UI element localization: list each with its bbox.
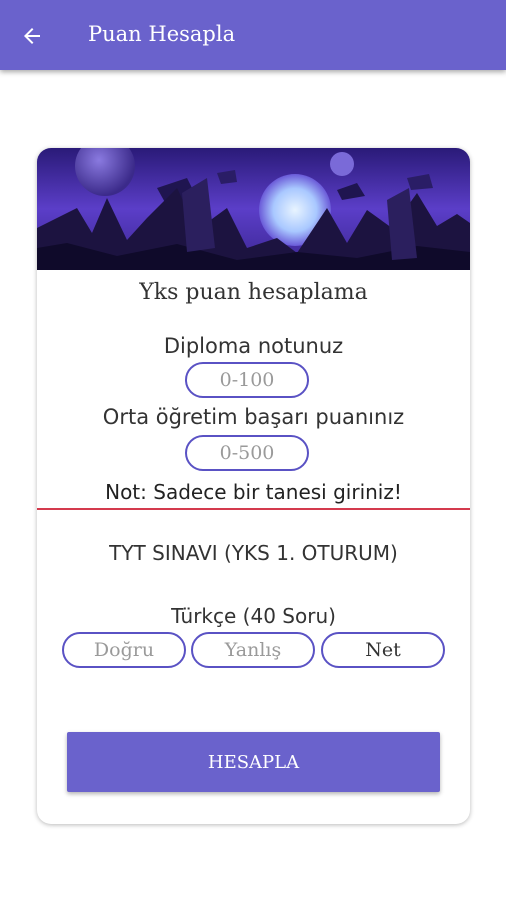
app-bar: Puan Hesapla <box>0 0 506 70</box>
note-text: Not: Sadece bir tanesi giriniz! <box>105 480 402 504</box>
obp-label: Orta öğretim başarı puanınız <box>102 405 405 429</box>
turkce-correct-input[interactable] <box>62 632 186 668</box>
turkce-label: Türkçe (40 Soru) <box>171 604 336 628</box>
diploma-input[interactable] <box>185 362 309 398</box>
banner-image <box>37 148 470 270</box>
diploma-label: Diploma notunuz <box>163 334 344 358</box>
app-bar-title: Puan Hesapla <box>88 22 236 46</box>
arrow-left-icon <box>24 28 40 44</box>
card-title: Yks puan hesaplama <box>139 280 368 305</box>
turkce-wrong-input[interactable] <box>191 632 315 668</box>
obp-input[interactable] <box>185 435 309 471</box>
turkce-net-field[interactable] <box>321 632 445 668</box>
tyt-section-header: TYT SINAVI (YKS 1. OTURUM) <box>109 541 398 565</box>
calculate-button[interactable]: HESAPLA <box>67 732 440 792</box>
back-button[interactable] <box>14 18 50 54</box>
calculator-card: Yks puan hesaplama Diploma notunuz Orta … <box>37 148 470 824</box>
section-divider <box>37 508 470 510</box>
